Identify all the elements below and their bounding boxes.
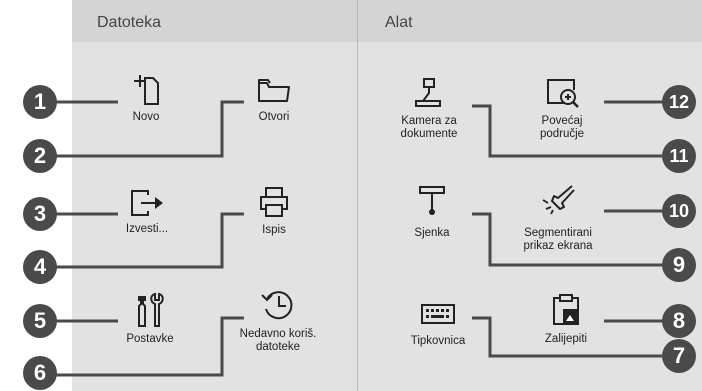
open-button[interactable]: Otvori (246, 72, 302, 124)
callout-9: 9 (662, 248, 696, 282)
document-camera-label-line1: Kamera za (401, 115, 457, 127)
keyboard-button[interactable]: Tipkovnica (400, 302, 476, 348)
export-button[interactable]: Izvesti... (118, 188, 176, 236)
callout-2: 2 (23, 139, 57, 173)
callout-1: 1 (23, 85, 57, 119)
tools-section-title: Alat (385, 14, 413, 31)
export-arrow-icon (131, 190, 163, 216)
spotlight-label-line2: prikaz ekrana (523, 240, 593, 252)
recent-files-label-line1: Nedavno koriš. (239, 328, 317, 340)
settings-button[interactable]: Postavke (118, 292, 182, 346)
new-file-icon (134, 75, 159, 105)
print-label: Ispis (262, 224, 286, 236)
spotlight-icon (542, 185, 575, 215)
keyboard-label: Tipkovnica (410, 335, 466, 347)
callout-3: 3 (23, 197, 57, 231)
zoom-area-label-line1: Povećaj (541, 115, 583, 127)
recent-files-label-line2: datoteke (255, 341, 301, 353)
document-camera-button[interactable]: Kamera za dokumente (388, 76, 470, 141)
settings-label: Postavke (126, 333, 174, 345)
file-section-title: Datoteka (97, 14, 162, 31)
paste-label: Zalijepiti (544, 333, 588, 345)
zoom-area-button[interactable]: Povećaj područje (520, 76, 604, 141)
callout-4: 4 (23, 250, 57, 284)
export-label: Izvesti... (125, 223, 169, 235)
spotlight-button[interactable]: Segmentirani prikaz ekrana (508, 182, 608, 253)
shade-button[interactable]: Sjenka (404, 184, 460, 240)
document-camera-label-line2: dokumente (400, 128, 458, 140)
callout-8: 8 (662, 304, 696, 338)
callout-6: 6 (23, 356, 57, 390)
section-divider (357, 0, 358, 391)
zoom-area-icon (547, 79, 579, 108)
zoom-area-label-line2: područje (539, 128, 585, 140)
printer-icon (260, 187, 288, 217)
recent-files-button[interactable]: Nedavno koriš. datoteke (226, 287, 330, 354)
tools-icon (138, 292, 164, 327)
new-button[interactable]: Novo (120, 72, 172, 124)
print-button[interactable]: Ispis (250, 185, 298, 237)
shade-icon (419, 186, 445, 215)
callout-7: 7 (662, 339, 696, 373)
keyboard-icon (421, 304, 455, 324)
history-clock-icon (261, 291, 293, 320)
callout-11: 11 (662, 139, 696, 173)
paste-button[interactable]: Zalijepiti (534, 292, 598, 346)
document-camera-icon (415, 78, 441, 107)
paste-icon (553, 294, 579, 325)
callout-5: 5 (23, 304, 57, 338)
new-label: Novo (132, 111, 160, 123)
callout-10: 10 (662, 194, 696, 228)
shade-label: Sjenka (414, 227, 450, 239)
spotlight-label-line1: Segmentirani (524, 227, 592, 239)
folder-icon (258, 79, 290, 102)
open-label: Otvori (258, 111, 290, 123)
callout-12: 12 (662, 85, 696, 119)
